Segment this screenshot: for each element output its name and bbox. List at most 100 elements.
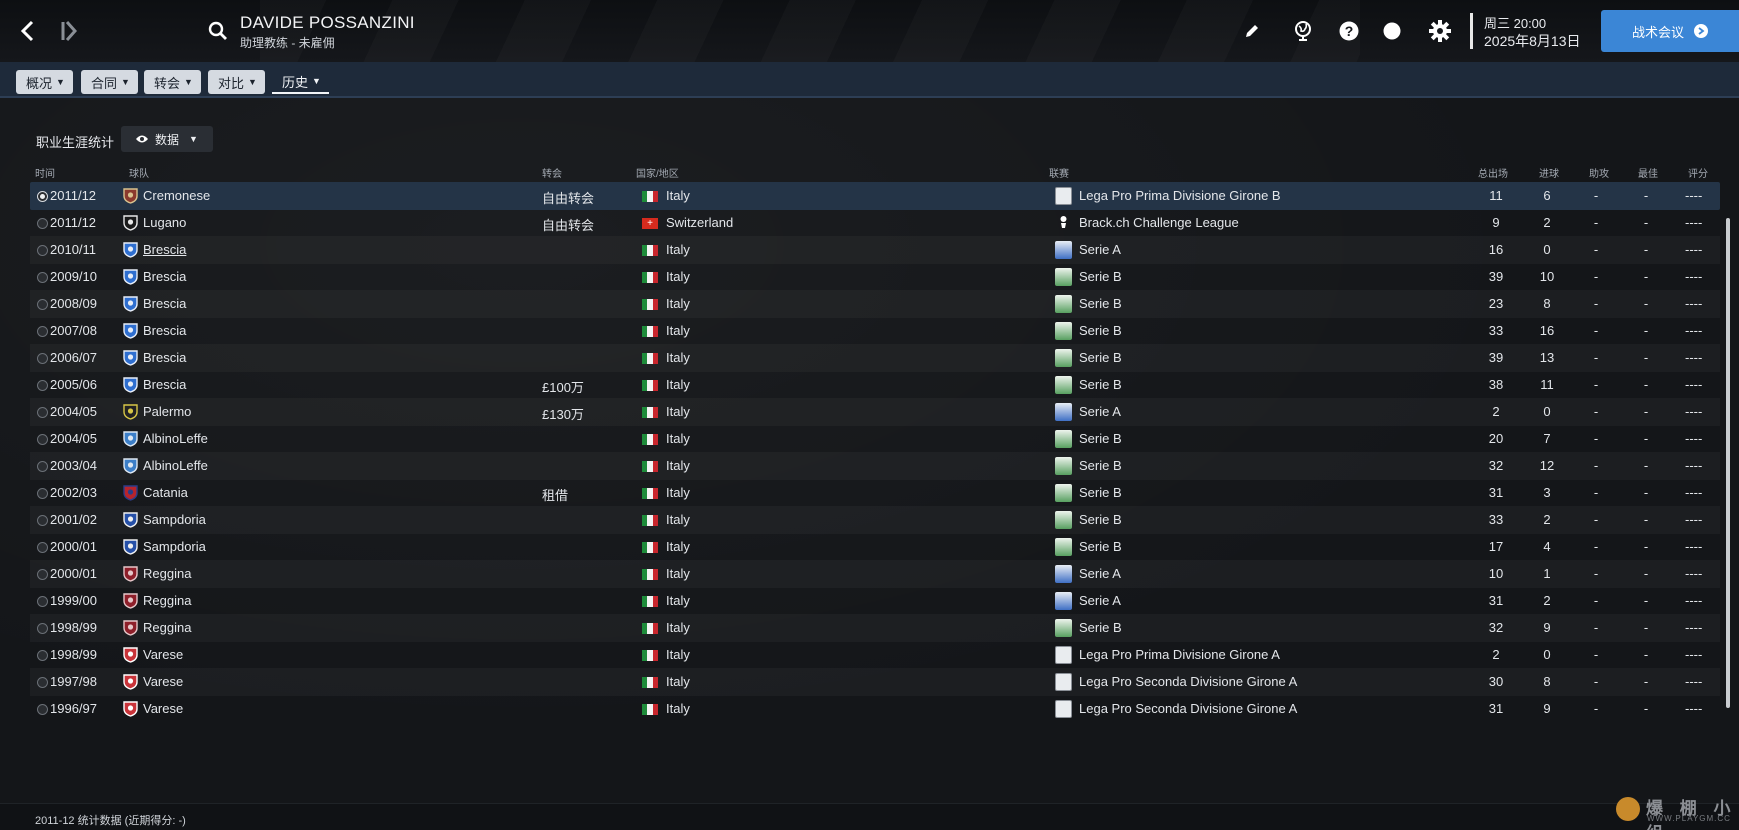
nation-link[interactable]: Switzerland — [666, 215, 733, 230]
nation-link[interactable]: Italy — [666, 458, 690, 473]
league-link[interactable]: Serie B — [1079, 377, 1122, 392]
league-link[interactable]: Serie B — [1079, 431, 1122, 446]
league-link[interactable]: Serie A — [1079, 593, 1121, 608]
table-row[interactable]: 1999/00 Reggina Italy Serie A 31 2- - ---- — [30, 587, 1720, 615]
league-link[interactable]: Lega Pro Prima Divisione Girone B — [1079, 188, 1281, 203]
row-select-radio[interactable] — [37, 542, 48, 553]
league-link[interactable]: Serie A — [1079, 242, 1121, 257]
nation-link[interactable]: Italy — [666, 674, 690, 689]
table-row[interactable]: 2002/03 Catania 租借 Italy Serie B 31 3- - ---- — [30, 479, 1720, 507]
row-select-radio[interactable] — [37, 380, 48, 391]
col-goals[interactable]: 进球 — [1539, 165, 1559, 180]
back-button[interactable] — [14, 16, 42, 46]
nation-link[interactable]: Italy — [666, 647, 690, 662]
row-select-radio[interactable] — [37, 434, 48, 445]
league-link[interactable]: Serie B — [1079, 485, 1122, 500]
tactics-meeting-button[interactable]: 战术会议 — [1601, 10, 1739, 52]
nation-link[interactable]: Italy — [666, 404, 690, 419]
col-rating[interactable]: 评分 — [1688, 165, 1708, 180]
team-link[interactable]: Varese — [143, 647, 183, 662]
nation-link[interactable]: Italy — [666, 242, 690, 257]
team-link[interactable]: Catania — [143, 485, 188, 500]
nation-link[interactable]: Italy — [666, 593, 690, 608]
team-link[interactable]: AlbinoLeffe — [143, 458, 208, 473]
league-link[interactable]: Lega Pro Prima Divisione Girone A — [1079, 647, 1280, 662]
table-row[interactable]: 1996/97 Varese Italy Lega Pro Seconda Divis… — [30, 695, 1720, 723]
help-button[interactable]: ? — [1336, 18, 1362, 44]
edit-button[interactable] — [1239, 18, 1265, 44]
row-select-radio[interactable] — [37, 461, 48, 472]
table-row[interactable]: 1997/98 Varese Italy Lega Pro Seconda Divis… — [30, 668, 1720, 696]
league-link[interactable]: Lega Pro Seconda Divisione Girone A — [1079, 674, 1297, 689]
col-league[interactable]: 联赛 — [1049, 165, 1069, 180]
team-link[interactable]: AlbinoLeffe — [143, 431, 208, 446]
nation-link[interactable]: Italy — [666, 188, 690, 203]
team-link[interactable]: Brescia — [143, 377, 186, 392]
row-select-radio[interactable] — [37, 623, 48, 634]
league-link[interactable]: Serie B — [1079, 620, 1122, 635]
row-select-radio[interactable] — [37, 407, 48, 418]
col-team[interactable]: 球队 — [129, 165, 149, 180]
table-row[interactable]: 2011/12 Cremonese 自由转会 Italy Lega Pro Prima … — [30, 182, 1720, 210]
table-row[interactable]: 2003/04 AlbinoLeffe Italy Serie B 32 12- - ---- — [30, 452, 1720, 480]
team-link[interactable]: Lugano — [143, 215, 186, 230]
row-select-radio[interactable] — [37, 515, 48, 526]
team-link[interactable]: Brescia — [143, 242, 186, 257]
team-link[interactable]: Sampdoria — [143, 539, 206, 554]
league-link[interactable]: Serie B — [1079, 512, 1122, 527]
table-row[interactable]: 1998/99 Reggina Italy Serie B 32 9- - ---- — [30, 614, 1720, 642]
nation-link[interactable]: Italy — [666, 485, 690, 500]
nation-link[interactable]: Italy — [666, 620, 690, 635]
team-link[interactable]: Reggina — [143, 620, 191, 635]
team-link[interactable]: Brescia — [143, 350, 186, 365]
tab-compare[interactable]: 对比 ▼ — [208, 70, 265, 94]
team-link[interactable]: Reggina — [143, 593, 191, 608]
league-link[interactable]: Serie B — [1079, 539, 1122, 554]
row-select-radio[interactable] — [37, 218, 48, 229]
team-link[interactable]: Brescia — [143, 296, 186, 311]
status-button[interactable] — [1379, 18, 1405, 44]
table-row[interactable]: 1998/99 Varese Italy Lega Pro Prima Divisio… — [30, 641, 1720, 669]
nation-link[interactable]: Italy — [666, 566, 690, 581]
table-row[interactable]: 2000/01 Reggina Italy Serie A 10 1- - ---- — [30, 560, 1720, 588]
nation-link[interactable]: Italy — [666, 512, 690, 527]
tab-history[interactable]: 历史 ▼ — [272, 70, 329, 94]
world-button[interactable] — [1290, 18, 1316, 44]
team-link[interactable]: Brescia — [143, 323, 186, 338]
col-apps[interactable]: 总出场 — [1478, 165, 1508, 180]
team-link[interactable]: Cremonese — [143, 188, 210, 203]
league-link[interactable]: Serie B — [1079, 323, 1122, 338]
table-row[interactable]: 2007/08 Brescia Italy Serie B 33 16- - ---- — [30, 317, 1720, 345]
league-link[interactable]: Serie A — [1079, 566, 1121, 581]
row-select-radio[interactable] — [37, 569, 48, 580]
nation-link[interactable]: Italy — [666, 377, 690, 392]
col-best[interactable]: 最佳 — [1638, 165, 1658, 180]
league-link[interactable]: Serie B — [1079, 350, 1122, 365]
scrollbar[interactable] — [1726, 218, 1730, 708]
table-row[interactable]: 2008/09 Brescia Italy Serie B 23 8- - ---- — [30, 290, 1720, 318]
col-time[interactable]: 时间 — [35, 165, 55, 180]
league-link[interactable]: Serie B — [1079, 458, 1122, 473]
row-select-radio[interactable] — [37, 704, 48, 715]
tab-overview[interactable]: 概况 ▼ — [16, 70, 73, 94]
col-transfer[interactable]: 转会 — [542, 165, 562, 180]
team-link[interactable]: Brescia — [143, 269, 186, 284]
row-select-radio[interactable] — [37, 488, 48, 499]
tab-contract[interactable]: 合同 ▼ — [81, 70, 138, 94]
nation-link[interactable]: Italy — [666, 350, 690, 365]
tab-transfer[interactable]: 转会 ▼ — [144, 70, 201, 94]
row-select-radio[interactable] — [37, 677, 48, 688]
search-button[interactable] — [207, 20, 229, 42]
table-row[interactable]: 2011/12 Lugano 自由转会 + Switzerland Brack.ch Ch… — [30, 209, 1720, 237]
row-select-radio[interactable] — [37, 326, 48, 337]
team-link[interactable]: Reggina — [143, 566, 191, 581]
nation-link[interactable]: Italy — [666, 323, 690, 338]
nation-link[interactable]: Italy — [666, 296, 690, 311]
table-row[interactable]: 2010/11 Brescia Italy Serie A 16 0- - ---- — [30, 236, 1720, 264]
row-select-radio[interactable] — [37, 245, 48, 256]
league-link[interactable]: Brack.ch Challenge League — [1079, 215, 1239, 230]
league-link[interactable]: Serie A — [1079, 404, 1121, 419]
table-row[interactable]: 2004/05 Palermo £130万 Italy Serie A 2 0- - ---- — [30, 398, 1720, 426]
table-row[interactable]: 2000/01 Sampdoria Italy Serie B 17 4- - ---- — [30, 533, 1720, 561]
row-select-radio[interactable] — [37, 596, 48, 607]
